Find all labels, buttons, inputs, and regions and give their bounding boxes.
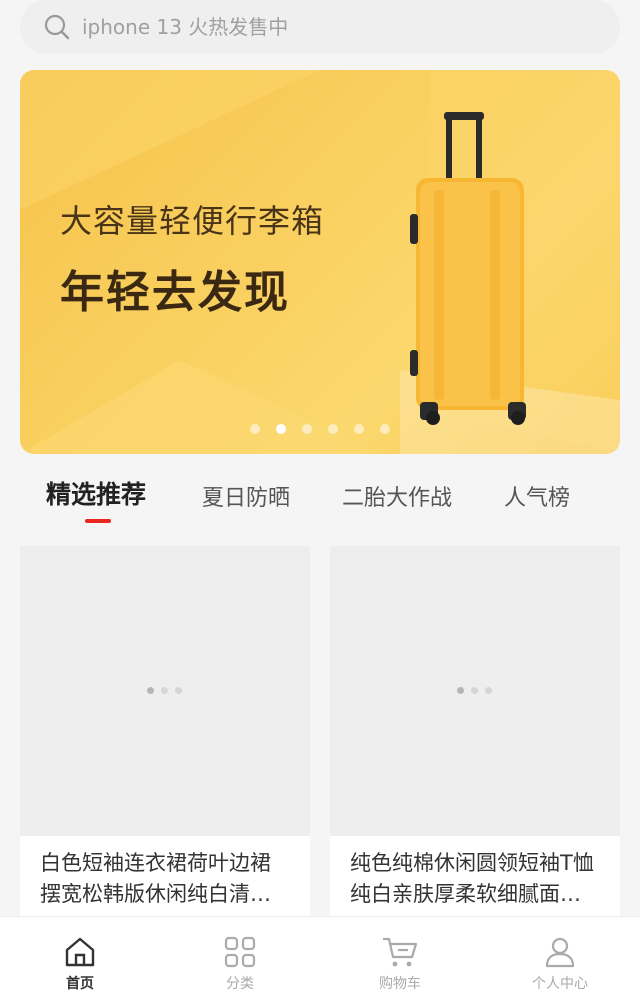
carousel-dot[interactable] [302,424,312,434]
product-image-placeholder [330,546,620,836]
carousel-dot-active[interactable] [276,424,286,434]
search-input[interactable] [82,15,562,39]
carousel-dot[interactable] [328,424,338,434]
suitcase-image [410,112,526,425]
tabbar-label-category: 分类 [226,976,254,992]
tabbar-item-home[interactable]: 首页 [0,917,160,1008]
carousel-dot[interactable] [380,424,390,434]
promo-banner[interactable]: 大容量轻便行李箱 年轻去发现 [20,70,620,454]
tab-featured[interactable]: 精选推荐 [46,475,146,511]
tabbar-label-cart: 购物车 [379,976,421,992]
carousel-dots[interactable] [250,424,390,434]
tab-second-child[interactable]: 二胎大作战 [342,480,452,512]
tab-summer-sunscreen[interactable]: 夏日防晒 [202,480,290,512]
tab-popular[interactable]: 人气榜 [504,480,570,512]
cart-icon [383,937,418,967]
tabbar-item-category[interactable]: 分类 [160,917,320,1008]
grid-icon [224,936,256,968]
banner-slogan: 年轻去发现 [60,267,290,318]
user-icon [545,937,575,968]
bottom-tab-bar: 首页 分类 购物车 个人中心 [0,916,640,1008]
tabbar-item-profile[interactable]: 个人中心 [480,917,640,1008]
tabbar-item-cart[interactable]: 购物车 [320,917,480,1008]
product-card[interactable]: 纯色纯棉休闲圆领短袖T恤纯白亲肤厚柔软细腻面料纯白短袖套头T恤 [330,546,620,926]
carousel-dot[interactable] [250,424,260,434]
tabbar-label-profile: 个人中心 [532,976,588,992]
active-tab-indicator [85,519,111,523]
category-tabs: 精选推荐 夏日防晒 二胎大作战 人气榜 [0,462,640,532]
carousel-dot[interactable] [354,424,364,434]
product-title: 白色短袖连衣裙荷叶边裙摆宽松韩版休闲纯白清爽优雅连衣裙 [40,851,271,906]
search-bar[interactable] [20,0,620,54]
product-image-placeholder [20,546,310,836]
loading-indicator [147,687,182,694]
banner-headline: 大容量轻便行李箱 [60,202,325,240]
loading-indicator [457,687,492,694]
product-title: 纯色纯棉休闲圆领短袖T恤纯白亲肤厚柔软细腻面料纯白短袖套头T恤 [350,851,594,906]
home-icon [65,937,95,967]
product-card[interactable]: 白色短袖连衣裙荷叶边裙摆宽松韩版休闲纯白清爽优雅连衣裙 [20,546,310,926]
search-icon [44,14,70,40]
tabbar-label-home: 首页 [66,976,94,992]
